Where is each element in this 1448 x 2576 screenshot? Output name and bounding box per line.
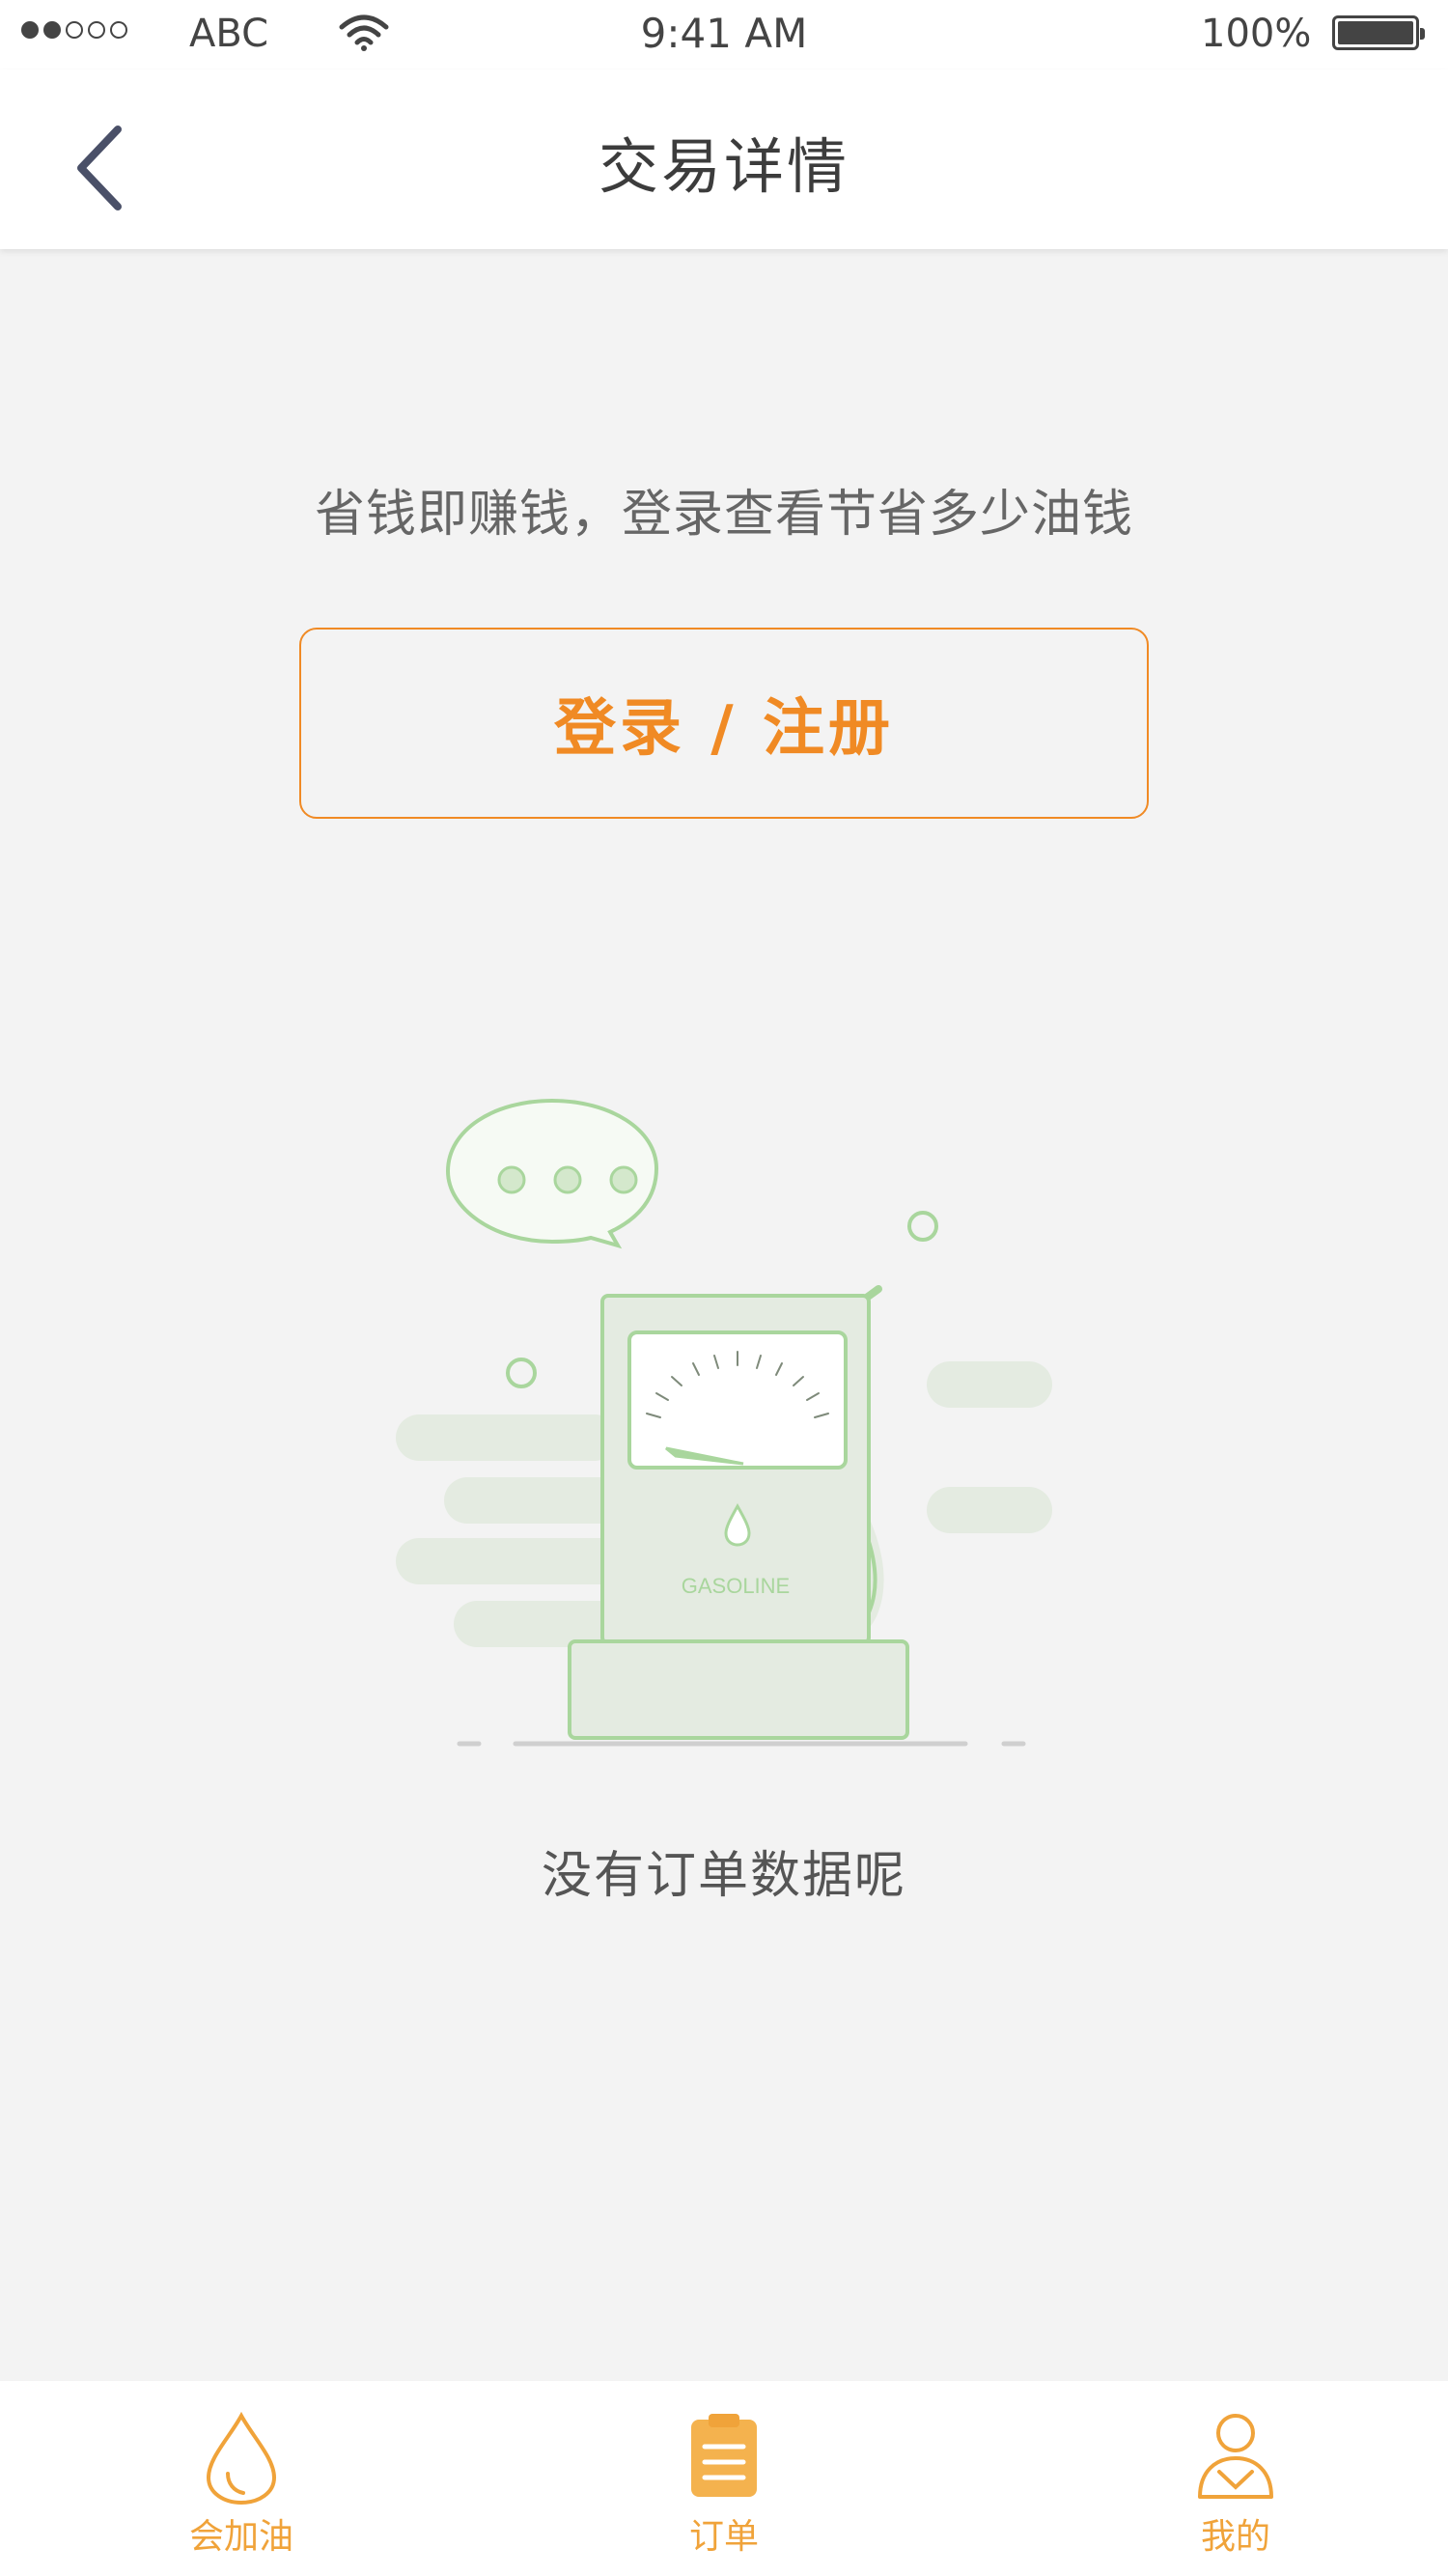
- tab-label: 订单: [688, 2517, 759, 2557]
- tab-mine[interactable]: 我的: [1091, 2381, 1380, 2576]
- page-title: 交易详情: [598, 131, 849, 202]
- clipboard-icon: [691, 2414, 757, 2497]
- empty-state-text: 没有订单数据呢: [541, 1847, 906, 1905]
- oil-drop-icon: [206, 2411, 277, 2506]
- login-register-button[interactable]: 登录 / 注册: [299, 628, 1149, 819]
- tab-label: 我的: [1200, 2517, 1270, 2557]
- tab-bar: 会加油 订单 我的: [0, 2381, 1448, 2576]
- tab-huijiayou[interactable]: 会加油: [97, 2381, 386, 2576]
- tab-label: 会加油: [188, 2517, 293, 2557]
- person-icon: [1198, 2414, 1273, 2499]
- battery-icon: [1332, 15, 1425, 50]
- nav-bar: 交易详情: [0, 70, 1448, 249]
- status-bar: ABC 9:41 AM 100%: [0, 0, 1448, 70]
- battery-percent: 100%: [1201, 12, 1312, 56]
- gas-pump-illustration: GASOLINE: [396, 1098, 1052, 1747]
- tab-orders[interactable]: 订单: [579, 2381, 869, 2576]
- promo-text: 省钱即赚钱，登录查看节省多少油钱: [314, 486, 1133, 544]
- gasoline-label: GASOLINE: [682, 1574, 790, 1598]
